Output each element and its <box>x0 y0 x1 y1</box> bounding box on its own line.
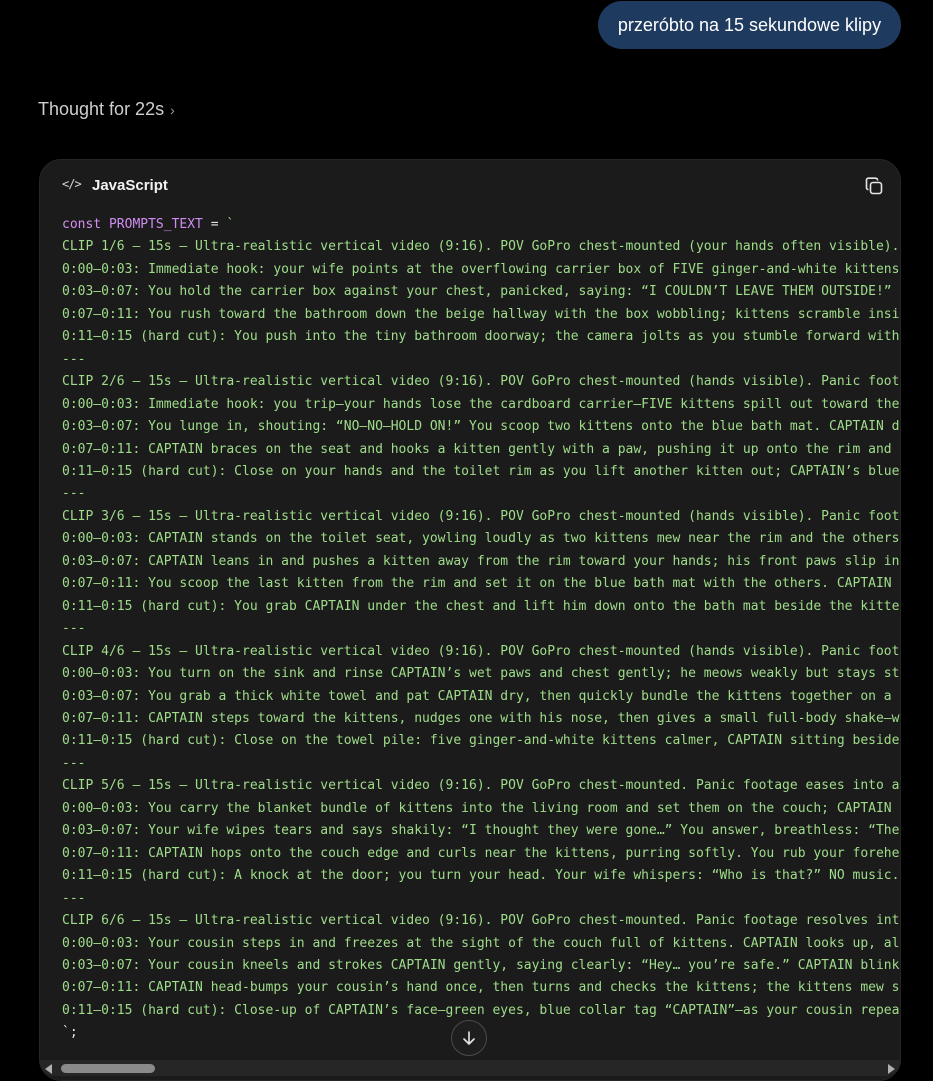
code-line: 0:07–0:11: CAPTAIN steps toward the kitt… <box>62 710 900 726</box>
code-line: --- <box>62 755 86 771</box>
code-template-open: ` <box>226 217 235 232</box>
code-line: 0:07–0:11: CAPTAIN head-bumps your cousi… <box>62 980 900 996</box>
code-line: --- <box>62 621 86 637</box>
copy-icon <box>865 177 883 195</box>
code-line: 0:07–0:11: You scoop the last kitten fro… <box>62 576 900 592</box>
code-line: 0:00–0:03: You turn on the sink and rins… <box>62 666 900 682</box>
code-variable-name: PROMPTS_TEXT <box>108 217 203 232</box>
code-line: 0:00–0:03: CAPTAIN stands on the toilet … <box>62 531 900 547</box>
code-line: 0:03–0:07: You hold the carrier box agai… <box>62 284 900 300</box>
code-line: 0:00–0:03: You carry the blanket bundle … <box>62 800 900 816</box>
code-line: --- <box>62 486 86 502</box>
code-line: CLIP 5/6 — 15s — Ultra-realistic vertica… <box>62 778 900 794</box>
code-language-label: JavaScript <box>92 177 168 194</box>
code-line: 0:00–0:03: Immediate hook: your wife poi… <box>62 261 900 277</box>
code-line: 0:00–0:03: Immediate hook: you trip—your… <box>62 396 900 412</box>
chevron-right-icon: › <box>170 101 175 118</box>
code-line: 0:03–0:07: You lunge in, shouting: “NO—N… <box>62 419 900 435</box>
scroll-left-arrow-icon[interactable] <box>45 1064 52 1074</box>
code-line: CLIP 6/6 — 15s — Ultra-realistic vertica… <box>62 913 900 929</box>
code-line: 0:11–0:15 (hard cut): You grab CAPTAIN u… <box>62 598 900 614</box>
code-line: 0:11–0:15 (hard cut): Close on the towel… <box>62 733 900 749</box>
scroll-right-arrow-icon[interactable] <box>888 1064 895 1074</box>
code-line: CLIP 2/6 — 15s — Ultra-realistic vertica… <box>62 374 900 390</box>
scroll-down-button[interactable] <box>451 1020 487 1056</box>
code-line: 0:07–0:11: You rush toward the bathroom … <box>62 306 900 322</box>
code-line: const PROMPTS_TEXT = ` <box>62 214 900 236</box>
code-line: CLIP 1/6 — 15s — Ultra-realistic vertica… <box>62 239 900 255</box>
code-keyword: const <box>62 217 102 232</box>
code-operator: = <box>210 217 219 232</box>
code-line: 0:11–0:15 (hard cut): A knock at the doo… <box>62 868 900 884</box>
thought-toggle[interactable]: Thought for 22s › <box>38 96 175 122</box>
code-line: 0:03–0:07: You grab a thick white towel … <box>62 688 900 704</box>
code-line: 0:11–0:15 (hard cut): Close-up of CAPTAI… <box>62 1002 900 1018</box>
code-icon: </> <box>62 177 82 191</box>
code-line: 0:00–0:03: Your cousin steps in and free… <box>62 935 900 951</box>
scrollbar-thumb[interactable] <box>61 1064 155 1073</box>
code-line: CLIP 4/6 — 15s — Ultra-realistic vertica… <box>62 643 900 659</box>
code-line: 0:03–0:07: CAPTAIN leans in and pushes a… <box>62 553 900 569</box>
code-line: 0:07–0:11: CAPTAIN braces on the seat an… <box>62 441 900 457</box>
code-line: --- <box>62 351 86 367</box>
code-line: 0:11–0:15 (hard cut): You push into the … <box>62 329 900 345</box>
thought-label: Thought for 22s <box>38 98 165 119</box>
arrow-down-icon <box>463 1031 475 1045</box>
code-line: 0:03–0:07: Your wife wipes tears and say… <box>62 823 900 839</box>
code-line: 0:03–0:07: Your cousin kneels and stroke… <box>62 957 900 973</box>
code-block: </> JavaScript const PROMPTS_TEXT = ` CL… <box>39 159 901 1081</box>
code-content[interactable]: const PROMPTS_TEXT = ` CLIP 1/6 — 15s — … <box>62 214 900 1058</box>
horizontal-scrollbar[interactable] <box>39 1060 901 1076</box>
code-line: 0:11–0:15 (hard cut): Close on your hand… <box>62 463 900 479</box>
code-block-header: </> JavaScript <box>40 160 900 214</box>
copy-button[interactable] <box>864 176 884 196</box>
code-line: 0:07–0:11: CAPTAIN hops onto the couch e… <box>62 845 900 861</box>
user-message-bubble: przeróbto na 15 sekundowe klipy <box>598 1 901 49</box>
code-line: CLIP 3/6 — 15s — Ultra-realistic vertica… <box>62 508 900 524</box>
code-line: --- <box>62 890 86 906</box>
